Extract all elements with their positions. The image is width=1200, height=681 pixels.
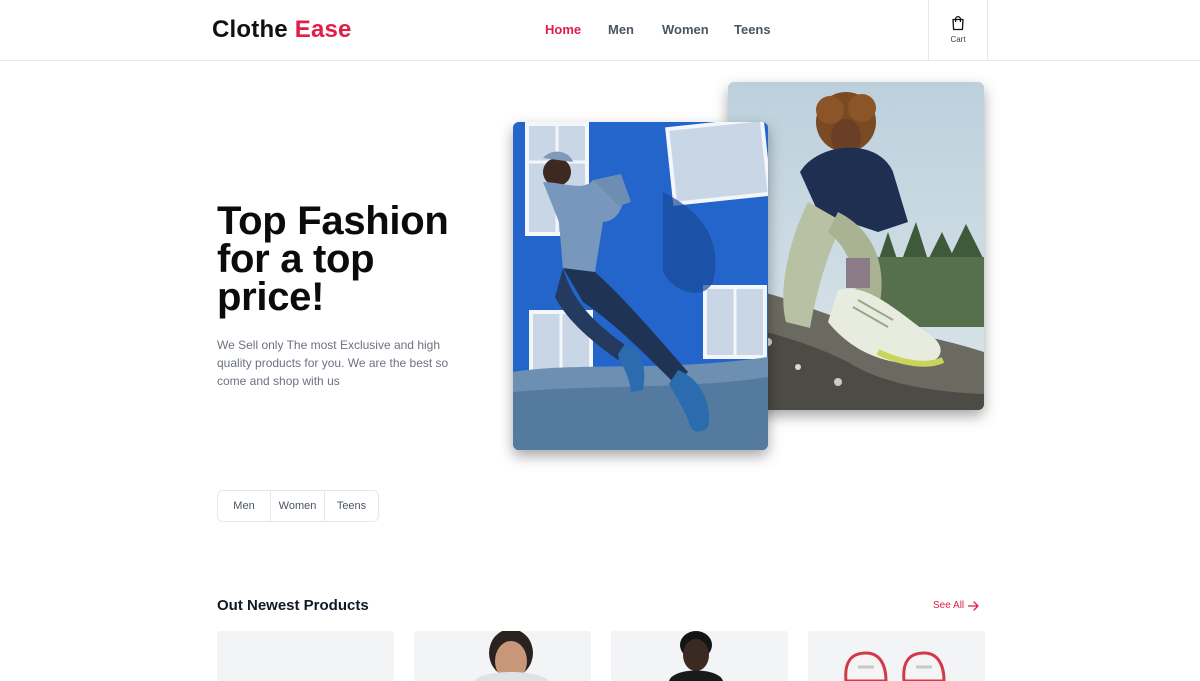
man-running-photo	[513, 122, 768, 450]
products-section-title: Out Newest Products	[217, 597, 369, 614]
logo-text-primary: Clothe	[212, 16, 288, 43]
hero-title: Top Fashion for a top price!	[217, 199, 449, 319]
arrow-right-icon	[968, 601, 979, 611]
nav-home[interactable]: Home	[545, 22, 581, 38]
see-all-link[interactable]: See All	[933, 599, 979, 613]
cart-button[interactable]: Cart	[928, 0, 988, 60]
product-card[interactable]	[414, 631, 591, 681]
product-card[interactable]	[808, 631, 985, 681]
shopping-bag-icon	[952, 15, 964, 31]
product-card[interactable]	[217, 631, 394, 681]
nav-men[interactable]: Men	[608, 22, 634, 38]
nav-women[interactable]: Women	[662, 22, 709, 38]
filter-teens[interactable]: Teens	[325, 491, 378, 521]
cart-label: Cart	[950, 35, 966, 44]
hero-description: We Sell only The most Exclusive and high…	[217, 338, 449, 388]
logo-text-accent: Ease	[294, 16, 352, 43]
category-filter: Men Women Teens	[217, 490, 379, 522]
filter-men[interactable]: Men	[218, 491, 271, 521]
logo[interactable]: Clothe Ease	[212, 15, 352, 45]
man-jacket-product-image	[669, 631, 723, 681]
product-card[interactable]	[611, 631, 788, 681]
woman-product-image	[474, 631, 549, 681]
nav-teens[interactable]: Teens	[734, 22, 771, 38]
filter-women[interactable]: Women	[271, 491, 325, 521]
site-header: Clothe Ease Home Men Women Teens Cart	[0, 0, 1200, 61]
see-all-label: See All	[933, 600, 965, 611]
sneakers-product-image	[844, 651, 946, 681]
